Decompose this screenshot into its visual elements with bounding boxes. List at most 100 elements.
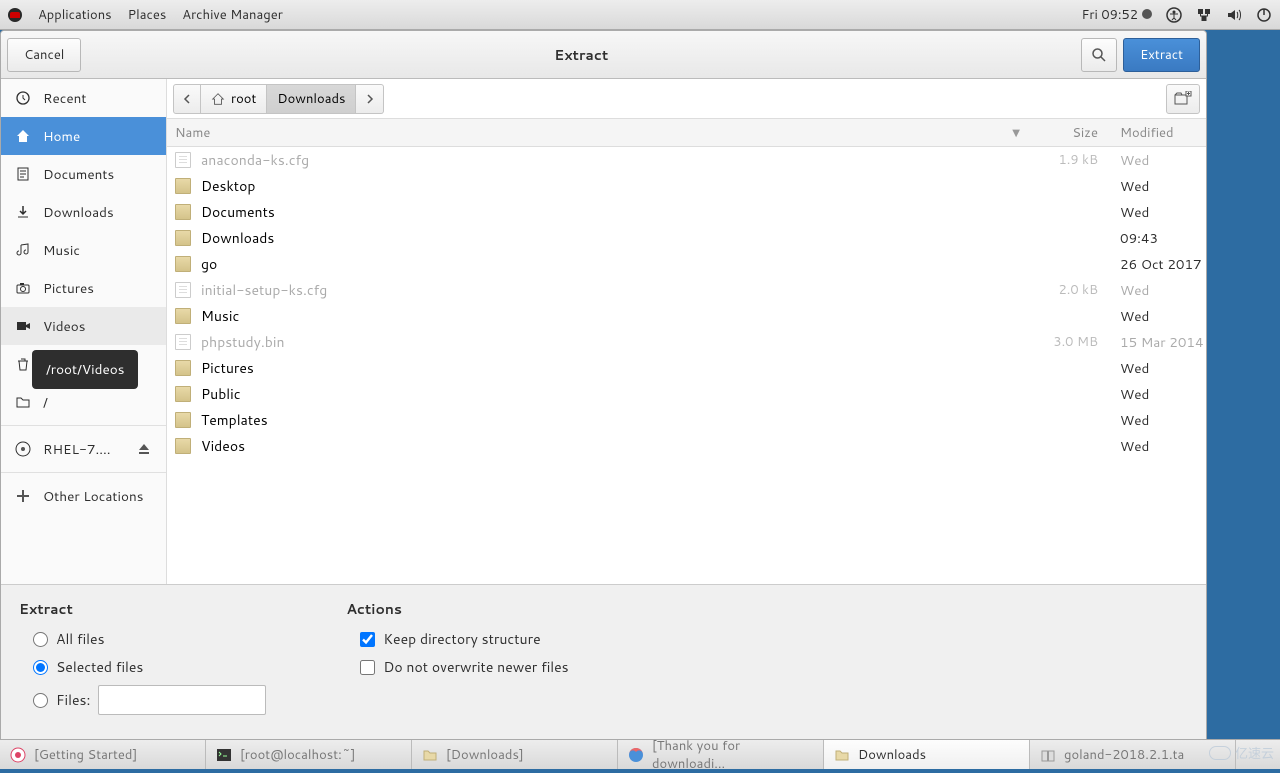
file-row[interactable]: Desktop Wed bbox=[167, 173, 1206, 199]
col-modified[interactable]: Modified bbox=[1110, 124, 1206, 142]
task--root-localhost-[interactable]: [root@localhost:~] bbox=[206, 740, 412, 769]
doc-icon bbox=[15, 166, 31, 182]
watermark: 亿速云 bbox=[1209, 743, 1274, 763]
task--thank-you-for-downl[interactable]: [Thank you for downloadi... bbox=[618, 740, 824, 769]
check-no-overwrite[interactable]: Do not overwrite newer files bbox=[360, 657, 568, 677]
pathbar: root Downloads bbox=[167, 79, 1206, 119]
sidebar-item-downloads[interactable]: Downloads bbox=[1, 193, 166, 231]
sidebar-item-home[interactable]: Home bbox=[1, 117, 166, 155]
file-modified: 15 Mar 2014 bbox=[1110, 333, 1206, 352]
file-row[interactable]: MusicWed bbox=[167, 303, 1206, 329]
file-row[interactable]: initial-setup-ks.cfg2.0 kBWed bbox=[167, 277, 1206, 303]
video-icon bbox=[15, 318, 31, 334]
extract-button[interactable]: Extract bbox=[1123, 38, 1200, 72]
files-pattern-input[interactable] bbox=[98, 685, 266, 715]
check-keep-structure[interactable]: Keep directory structure bbox=[360, 629, 568, 649]
path-root[interactable]: root bbox=[201, 84, 267, 114]
file-icon bbox=[175, 334, 191, 350]
file-name: Desktop bbox=[201, 176, 1030, 196]
gnome-top-panel: Applications Places Archive Manager Fri … bbox=[0, 0, 1280, 30]
sidebar-item-documents[interactable]: Documents bbox=[1, 155, 166, 193]
sidebar-item-pictures[interactable]: Pictures bbox=[1, 269, 166, 307]
file-row[interactable]: Downloads09:43 bbox=[167, 225, 1206, 251]
sidebar-item-recent[interactable]: Recent bbox=[1, 79, 166, 117]
power-icon[interactable] bbox=[1256, 7, 1272, 23]
search-button[interactable] bbox=[1081, 38, 1117, 72]
file-modified: Wed bbox=[1110, 437, 1206, 456]
path-downloads[interactable]: Downloads bbox=[267, 84, 356, 114]
volume-icon[interactable] bbox=[1226, 7, 1242, 23]
radio-all-files[interactable]: All files bbox=[33, 629, 266, 649]
down-icon bbox=[15, 204, 31, 220]
sidebar-other-locations[interactable]: Other Locations bbox=[1, 477, 166, 515]
file-modified: Wed bbox=[1110, 177, 1206, 196]
file-name: Pictures bbox=[201, 358, 1030, 378]
places-sidebar: RecentHome Documents Downloads Music Picture… bbox=[1, 79, 167, 584]
new-folder-icon bbox=[1174, 91, 1192, 107]
menu-places[interactable]: Places bbox=[128, 6, 167, 24]
file-name: Videos bbox=[201, 436, 1030, 456]
task--getting-started-[interactable]: [Getting Started] bbox=[0, 740, 206, 769]
file-name: Music bbox=[201, 306, 1030, 326]
file-name: Public bbox=[201, 384, 1030, 404]
eject-icon[interactable] bbox=[136, 441, 152, 457]
help-icon bbox=[10, 747, 26, 763]
file-modified: Wed bbox=[1110, 359, 1206, 378]
plus-icon bbox=[15, 488, 31, 504]
col-name[interactable]: Name▼ bbox=[167, 124, 1030, 142]
file-row[interactable]: Videos Wed bbox=[167, 433, 1206, 459]
extract-dialog: Cancel Extract Extract RecentHome Documen… bbox=[0, 30, 1207, 740]
file-row[interactable]: DocumentsWed bbox=[167, 199, 1206, 225]
path-back[interactable] bbox=[173, 84, 201, 114]
radio-selected-files[interactable]: Selected files bbox=[33, 657, 266, 677]
file-row[interactable]: anaconda-ks.cfg1.9 kBWed bbox=[167, 147, 1206, 173]
folder-icon bbox=[175, 438, 191, 454]
task-label: [root@localhost:~] bbox=[240, 746, 355, 764]
path-forward[interactable] bbox=[356, 84, 384, 114]
file-icon bbox=[175, 152, 191, 168]
file-row[interactable]: Pictures Wed bbox=[167, 355, 1206, 381]
accessibility-icon[interactable] bbox=[1166, 7, 1182, 23]
file-size: 3.0 MB bbox=[1030, 333, 1110, 351]
trash-icon bbox=[15, 356, 31, 372]
file-row[interactable]: go26 Oct 2017 bbox=[167, 251, 1206, 277]
sidebar-item-music[interactable]: Music bbox=[1, 231, 166, 269]
file-name: anaconda-ks.cfg bbox=[201, 150, 1030, 170]
file-list[interactable]: anaconda-ks.cfg1.9 kBWed Desktop Wed Docume… bbox=[167, 147, 1206, 584]
file-row[interactable]: phpstudy.bin3.0 MB15 Mar 2014 bbox=[167, 329, 1206, 355]
tooltip: /root/Videos bbox=[32, 350, 138, 389]
col-size[interactable]: Size bbox=[1030, 124, 1110, 142]
sidebar-item-label: Pictures bbox=[43, 279, 94, 298]
folder-icon bbox=[175, 412, 191, 428]
menu-appname[interactable]: Archive Manager bbox=[182, 6, 283, 24]
clock[interactable]: Fri 09:52 bbox=[1081, 6, 1152, 24]
cancel-button[interactable]: Cancel bbox=[7, 38, 81, 72]
file-modified: Wed bbox=[1110, 385, 1206, 404]
folder-icon bbox=[422, 747, 438, 763]
menu-applications[interactable]: Applications bbox=[38, 6, 112, 24]
new-folder-button[interactable] bbox=[1166, 84, 1200, 114]
sidebar-item-videos[interactable]: Videos bbox=[1, 307, 166, 345]
sort-descending-icon: ▼ bbox=[1012, 126, 1020, 140]
file-modified: 26 Oct 2017 bbox=[1110, 255, 1206, 274]
clock-icon bbox=[15, 90, 31, 106]
sidebar-item-label: / bbox=[43, 393, 48, 412]
file-name: initial-setup-ks.cfg bbox=[201, 280, 1030, 300]
file-icon bbox=[175, 282, 191, 298]
task--downloads-[interactable]: [Downloads] bbox=[412, 740, 618, 769]
radio-files-pattern[interactable]: Files: bbox=[33, 685, 266, 715]
task-goland-2018-2-1-ta[interactable]: goland-2018.2.1.ta bbox=[1030, 740, 1236, 769]
file-row[interactable]: TemplatesWed bbox=[167, 407, 1206, 433]
file-row[interactable]: Public Wed bbox=[167, 381, 1206, 407]
sidebar-mount[interactable]: RHEL-7.... bbox=[1, 430, 166, 468]
dialog-title: Extract bbox=[81, 45, 1081, 65]
folder-icon bbox=[15, 394, 31, 410]
task-downloads[interactable]: Downloads bbox=[824, 740, 1030, 769]
actions-heading: Actions bbox=[346, 599, 568, 619]
home-icon bbox=[211, 92, 225, 106]
sidebar-item-label: Downloads bbox=[43, 203, 114, 222]
sidebar-item-label: Documents bbox=[43, 165, 114, 184]
file-size: 2.0 kB bbox=[1030, 281, 1110, 299]
network-icon[interactable] bbox=[1196, 7, 1212, 23]
extract-heading: Extract bbox=[19, 599, 266, 619]
